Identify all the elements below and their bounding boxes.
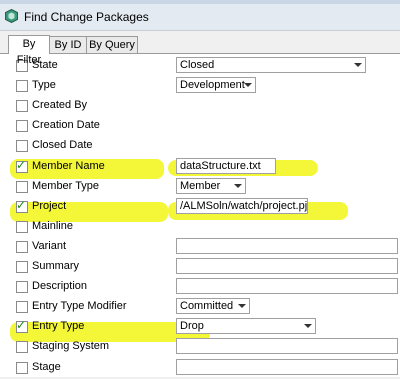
filter-row-mainline: Mainline	[0, 216, 400, 238]
member-type-checkbox[interactable]	[16, 180, 28, 193]
filter-row-staging-system: Staging System	[0, 336, 400, 358]
closed-date-label: Closed Date	[32, 139, 93, 152]
project-field[interactable]: /ALMSoln/watch/project.pj	[176, 197, 308, 214]
type-value: Development	[180, 79, 245, 92]
state-value: Closed	[180, 59, 215, 71]
filter-row-variant: Variant	[0, 236, 400, 258]
tab-by-filter[interactable]: By Filter	[8, 35, 50, 66]
description-label: Description	[32, 280, 88, 293]
member-name-checkbox[interactable]: ✓	[16, 157, 28, 173]
tab-by-query[interactable]: By Query	[86, 36, 138, 53]
filter-row-state: State Closed	[0, 55, 400, 77]
project-value: /ALMSoln/watch/project.pj	[180, 199, 308, 212]
member-name-value: dataStructure.txt	[180, 159, 261, 172]
stage-label: Stage	[32, 360, 61, 373]
entry-type-value: Drop	[180, 320, 204, 333]
created-by-checkbox[interactable]	[16, 100, 28, 113]
filter-row-project: ✓ Project/ALMSoln/watch/project.pj	[0, 196, 400, 218]
checkmark-icon: ✓	[16, 197, 27, 212]
filter-row-creation-date: Creation Date	[0, 115, 400, 137]
chevron-down-icon	[238, 304, 246, 309]
description-checkbox[interactable]	[16, 281, 28, 294]
created-by-label: Created By	[32, 99, 88, 112]
filter-row-closed-date: Closed Date	[0, 135, 400, 157]
mainline-checkbox[interactable]	[16, 220, 28, 233]
filter-row-member-type: Member Type Member	[0, 176, 400, 198]
entry-type-checkbox[interactable]: ✓	[16, 318, 28, 334]
variant-field[interactable]	[176, 237, 398, 254]
mainline-label: Mainline	[32, 219, 73, 232]
filter-row-stage: Stage	[0, 357, 400, 379]
tab-by-id[interactable]: By ID	[49, 36, 87, 53]
description-field[interactable]	[176, 278, 398, 295]
entry-type-label: Entry Type	[32, 320, 85, 333]
entry-type-modifier-label: Entry Type Modifier	[32, 300, 127, 313]
project-label: Project	[32, 199, 67, 212]
app-hexagon-icon	[5, 9, 18, 23]
staging-system-field[interactable]	[176, 338, 398, 355]
variant-checkbox[interactable]	[16, 240, 28, 253]
filter-row-summary: Summary	[0, 256, 400, 278]
chevron-down-icon	[304, 324, 312, 329]
entry-type-modifier-dropdown[interactable]: Committed	[176, 298, 250, 315]
stage-field[interactable]	[176, 358, 398, 375]
summary-checkbox[interactable]	[16, 261, 28, 273]
creation-date-label: Creation Date	[32, 119, 100, 132]
filter-row-entry-type-modifier: Entry Type Modifier Committed	[0, 296, 400, 318]
entry-type-dropdown[interactable]: Drop	[176, 318, 316, 335]
staging-system-checkbox[interactable]	[16, 341, 28, 354]
state-dropdown[interactable]: Closed	[176, 57, 366, 73]
staging-system-label: Staging System	[32, 340, 110, 353]
summary-label: Summary	[32, 260, 80, 272]
summary-field[interactable]	[176, 258, 398, 274]
creation-date-checkbox[interactable]	[16, 120, 28, 133]
chevron-down-icon	[234, 183, 242, 188]
filter-row-description: Description	[0, 276, 400, 298]
member-type-dropdown[interactable]: Member	[176, 177, 246, 194]
type-checkbox[interactable]	[16, 80, 28, 93]
member-name-field[interactable]: dataStructure.txt	[176, 157, 276, 174]
closed-date-checkbox[interactable]	[16, 140, 28, 153]
window-title: Find Change Packages	[24, 10, 149, 24]
project-checkbox[interactable]: ✓	[16, 197, 28, 213]
type-dropdown[interactable]: Development	[176, 77, 256, 94]
stage-checkbox[interactable]	[16, 361, 28, 374]
type-label: Type	[32, 79, 56, 92]
checkmark-icon: ✓	[16, 157, 27, 172]
filter-row-created-by: Created By	[0, 95, 400, 117]
member-type-label: Member Type	[32, 179, 100, 192]
member-type-value: Member	[180, 179, 221, 192]
filter-row-member-name: ✓ Member Name dataStructure.txt	[0, 156, 400, 178]
filter-row-entry-type: ✓ Entry Type Drop	[0, 316, 400, 338]
filter-row-type: Type Development	[0, 75, 400, 97]
checkmark-icon: ✓	[16, 318, 27, 333]
chevron-down-icon	[244, 83, 252, 88]
entry-type-modifier-value: Committed	[180, 300, 234, 313]
member-name-label: Member Name	[32, 159, 105, 172]
title-bar: Find Change Packages	[0, 4, 400, 31]
variant-label: Variant	[32, 239, 67, 252]
entry-type-modifier-checkbox[interactable]	[16, 301, 28, 314]
chevron-down-icon	[354, 63, 362, 67]
